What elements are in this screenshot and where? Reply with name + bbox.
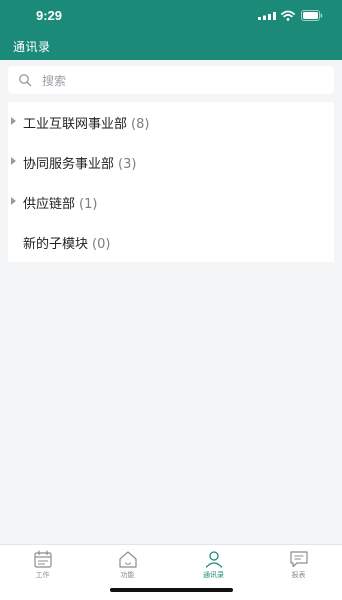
app-header: 9:29 通讯录 <box>0 0 342 60</box>
signal-icon <box>258 12 276 20</box>
tab-label: 通讯录 <box>203 571 224 579</box>
status-bar: 9:29 <box>0 0 342 32</box>
battery-icon <box>301 10 323 21</box>
department-item[interactable]: 新的子模块 (0) <box>8 222 334 262</box>
member-count: (3) <box>118 156 137 172</box>
calendar-icon <box>33 550 52 568</box>
department-name: 工业互联网事业部 <box>23 116 128 132</box>
department-item[interactable]: 供应链部 (1) <box>8 182 334 222</box>
department-label: 新的子模块 (0) <box>23 233 110 252</box>
search-bar: 搜索 <box>0 60 342 102</box>
department-name: 协同服务事业部 <box>23 156 115 172</box>
status-time: 9:29 <box>36 8 63 23</box>
tab-functions[interactable]: 功能 <box>85 545 170 585</box>
search-input[interactable]: 搜索 <box>8 66 334 94</box>
department-label: 工业互联网事业部 (8) <box>23 113 149 132</box>
search-placeholder: 搜索 <box>42 74 67 88</box>
home-icon <box>118 551 137 568</box>
department-name: 新的子模块 <box>23 236 89 252</box>
department-item[interactable]: 协同服务事业部 (3) <box>8 142 334 182</box>
tab-reports[interactable]: 报表 <box>256 545 341 585</box>
tab-label: 功能 <box>120 571 135 579</box>
caret-right-icon[interactable] <box>11 197 16 205</box>
department-label: 供应链部 (1) <box>23 193 97 212</box>
page-title: 通讯录 <box>13 40 51 54</box>
caret-right-icon[interactable] <box>11 117 16 125</box>
home-indicator[interactable] <box>110 588 233 592</box>
tab-label: 工作 <box>35 571 50 579</box>
department-name: 供应链部 <box>23 196 76 212</box>
tab-label: 报表 <box>291 571 306 579</box>
department-item[interactable]: 工业互联网事业部 (8) <box>8 102 334 142</box>
member-count: (1) <box>79 196 98 212</box>
wifi-icon <box>281 10 295 21</box>
caret-right-icon[interactable] <box>11 157 16 165</box>
person-icon <box>205 551 222 568</box>
member-count: (8) <box>131 116 150 132</box>
department-list: 工业互联网事业部 (8) 协同服务事业部 (3) 供应链部 (1) 新的子模块 (0) <box>8 102 334 262</box>
department-label: 协同服务事业部 (3) <box>23 153 136 172</box>
report-icon <box>289 551 308 568</box>
member-count: (0) <box>92 236 111 252</box>
search-icon <box>19 74 32 87</box>
tab-contacts[interactable]: 通讯录 <box>171 545 256 585</box>
tab-work[interactable]: 工作 <box>0 545 85 585</box>
